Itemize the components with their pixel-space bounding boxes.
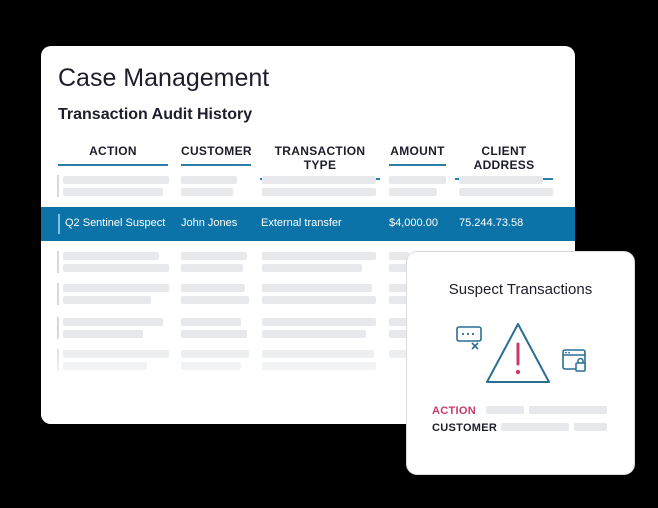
customer-label: CUSTOMER bbox=[432, 422, 498, 434]
placeholder-bar bbox=[389, 188, 437, 196]
placeholder-bar bbox=[181, 188, 233, 196]
placeholder-bar bbox=[262, 188, 376, 196]
placeholder-bar bbox=[262, 264, 362, 272]
placeholder-bar bbox=[389, 264, 409, 272]
column-header-customer[interactable]: CUSTOMER bbox=[181, 144, 252, 166]
placeholder-bar bbox=[181, 264, 243, 272]
column-header-action[interactable]: ACTION bbox=[58, 144, 168, 166]
placeholder-bar bbox=[486, 406, 524, 414]
placeholder-bar bbox=[389, 296, 409, 304]
placeholder-bar bbox=[181, 176, 237, 184]
placeholder-bar bbox=[63, 252, 159, 260]
action-label: ACTION bbox=[432, 405, 476, 417]
page-title: Case Management bbox=[58, 64, 270, 92]
placeholder-bar bbox=[501, 423, 569, 431]
row-marker bbox=[57, 175, 59, 197]
popup-title: Suspect Transactions bbox=[448, 281, 593, 298]
cell-amount: $4,000.00 bbox=[389, 217, 438, 229]
placeholder-bar bbox=[63, 284, 169, 292]
placeholder-bar bbox=[262, 318, 376, 326]
placeholder-bar bbox=[459, 176, 543, 184]
placeholder-bar bbox=[262, 176, 376, 184]
cell-customer: John Jones bbox=[181, 217, 238, 229]
section-subtitle: Transaction Audit History bbox=[58, 106, 253, 123]
cell-client-address: 75.244.73.58 bbox=[459, 217, 524, 229]
placeholder-bar bbox=[181, 296, 249, 304]
placeholder-bar bbox=[181, 284, 245, 292]
table-row-selected[interactable]: Q2 Sentinel Suspect John Jones External … bbox=[41, 207, 575, 241]
placeholder-bar bbox=[262, 284, 372, 292]
placeholder-bar bbox=[63, 176, 169, 184]
warning-triangle-icon bbox=[483, 320, 553, 391]
table-row-placeholder[interactable] bbox=[41, 174, 575, 198]
placeholder-bar bbox=[389, 318, 409, 326]
placeholder-bar bbox=[262, 252, 376, 260]
suspect-transactions-card[interactable]: Suspect Transactions ACTION CUSTOMER bbox=[407, 252, 634, 474]
placeholder-bar bbox=[529, 406, 607, 414]
browser-lock-icon bbox=[562, 349, 588, 378]
placeholder-bar bbox=[262, 296, 376, 304]
chat-error-icon bbox=[456, 326, 486, 355]
placeholder-bar bbox=[459, 188, 553, 196]
placeholder-bar bbox=[63, 264, 169, 272]
column-header-amount[interactable]: AMOUNT bbox=[389, 144, 446, 166]
placeholder-bar bbox=[574, 423, 607, 431]
row-marker bbox=[57, 283, 59, 305]
placeholder-bar bbox=[389, 284, 409, 292]
cell-transaction-type: External transfer bbox=[261, 217, 342, 229]
row-marker bbox=[57, 251, 59, 273]
row-marker bbox=[58, 214, 60, 234]
placeholder-bar bbox=[181, 252, 247, 260]
placeholder-bar bbox=[389, 176, 446, 184]
placeholder-bar bbox=[389, 252, 409, 260]
placeholder-bar bbox=[63, 296, 151, 304]
cell-action: Q2 Sentinel Suspect bbox=[65, 217, 166, 229]
placeholder-bar bbox=[63, 318, 163, 326]
placeholder-bar bbox=[63, 188, 163, 196]
placeholder-bar bbox=[181, 318, 241, 326]
